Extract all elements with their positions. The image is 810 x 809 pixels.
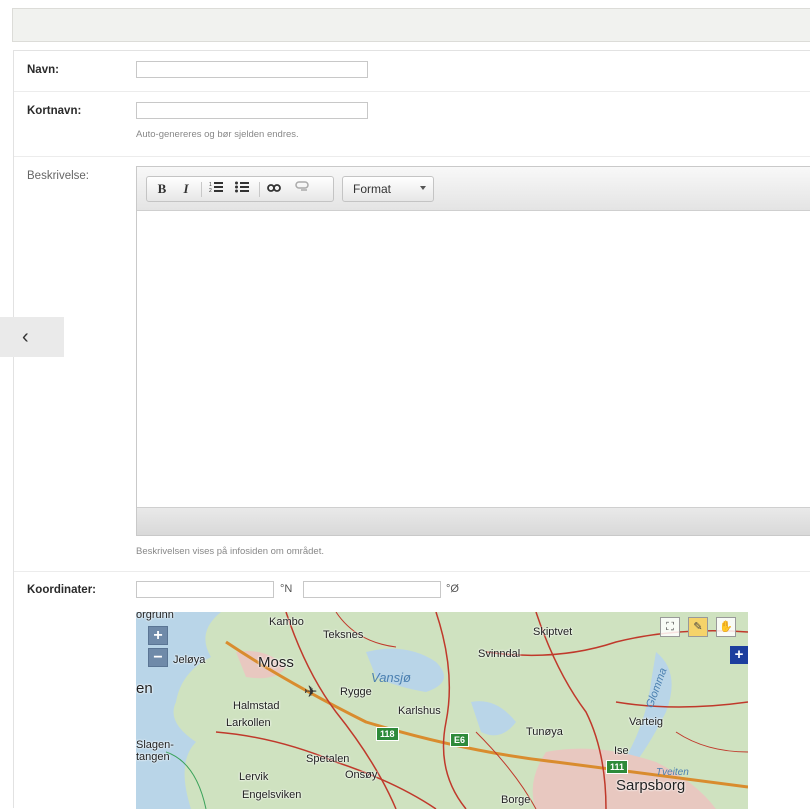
unordered-list-button[interactable] [233,181,251,197]
shortname-label: Kortnavn: [27,105,82,117]
map-label: Halmstad [233,700,280,712]
latitude-input[interactable] [136,581,274,598]
map-label: en [136,680,153,697]
italic-button[interactable]: I [177,181,195,197]
toolbar-separator [259,182,260,197]
row-shortname: Kortnavn: Auto-genereres og bør sjelden … [14,91,810,157]
toolbar-separator [201,182,202,197]
map-label: Larkollen [226,717,271,729]
bold-button[interactable]: B [153,181,171,197]
row-name: Navn: [14,51,810,92]
map-label: Slagen- [136,739,174,751]
back-button[interactable]: ‹ [0,317,64,357]
map-label: Moss [258,654,294,671]
draw-tool-icon[interactable]: ✎ [688,617,708,637]
longitude-input[interactable] [303,581,441,598]
road-badge: E6 [450,733,470,747]
map-label: Rygge [340,686,372,698]
map-label: Skiptvet [533,626,573,638]
editor-statusbar [137,507,810,535]
chevron-down-icon [420,186,426,190]
map-label: Vansjø [371,670,411,685]
map-view[interactable]: + − ⛶ ✎ ✋ + orgrunn Kambo Teksnes Skiptv… [136,612,748,809]
road-badge: 118 [376,727,399,741]
map-label: orgrunn [136,612,174,621]
longitude-unit: °Ø [446,583,459,595]
format-buttons-group: B I 1 2 [146,176,334,202]
format-dropdown[interactable]: Format [342,176,434,202]
map-label: tangen [136,751,170,763]
svg-text:2: 2 [209,188,212,193]
format-dropdown-label: Format [353,182,392,196]
ordered-list-button[interactable]: 1 2 [207,181,225,197]
editor-content-area[interactable] [137,211,810,508]
map-label: Teksnes [323,629,364,641]
name-input[interactable] [136,61,368,78]
rich-text-editor: B I 1 2 Format [136,166,810,536]
zoom-in-button[interactable]: + [148,626,168,645]
latitude-unit: °N [280,583,293,595]
map-label: Jeløya [173,654,206,666]
fullscreen-tool-icon[interactable]: ⛶ [660,617,680,637]
unlink-button[interactable] [293,181,311,197]
unlink-icon [295,181,309,191]
area-form: Navn: Kortnavn: Auto-genereres og bør sj… [13,50,810,809]
map-label: Engelsviken [242,789,302,801]
shortname-input[interactable] [136,102,368,119]
airport-icon: ✈ [304,684,318,701]
map-label: Ise [614,745,629,757]
map-label: Lervik [239,771,269,783]
map-label: Onsøy [345,769,378,781]
map-label: Tveiten [656,767,689,778]
map-label: Spetalen [306,753,350,765]
zoom-out-button[interactable]: − [148,648,168,667]
map-label: Tunøya [526,726,563,738]
map-label: Varteig [629,716,664,728]
map-label: Borge [501,794,531,806]
road-badge: 111 [606,760,629,774]
editor-toolbar: B I 1 2 Format [137,167,810,211]
link-button[interactable] [265,181,283,197]
shortname-help: Auto-genereres og bør sjelden endres. [136,129,299,140]
add-layer-icon[interactable]: + [730,646,748,664]
pan-hand-icon[interactable]: ✋ [716,617,736,637]
name-label: Navn: [27,64,59,76]
map-label: Svinndal [478,648,521,660]
map-label: Kambo [269,616,304,628]
ordered-list-icon: 1 2 [209,182,223,194]
description-label: Beskrivelse: [27,170,89,182]
unordered-list-icon [235,181,249,193]
link-icon [267,184,281,192]
coordinates-label: Koordinater: [27,584,96,596]
map-label: Sarpsborg [616,777,686,794]
map-label: Karlshus [398,705,441,717]
top-header-bar [12,8,810,42]
description-help: Beskrivelsen vises på infosiden om områd… [136,546,324,557]
